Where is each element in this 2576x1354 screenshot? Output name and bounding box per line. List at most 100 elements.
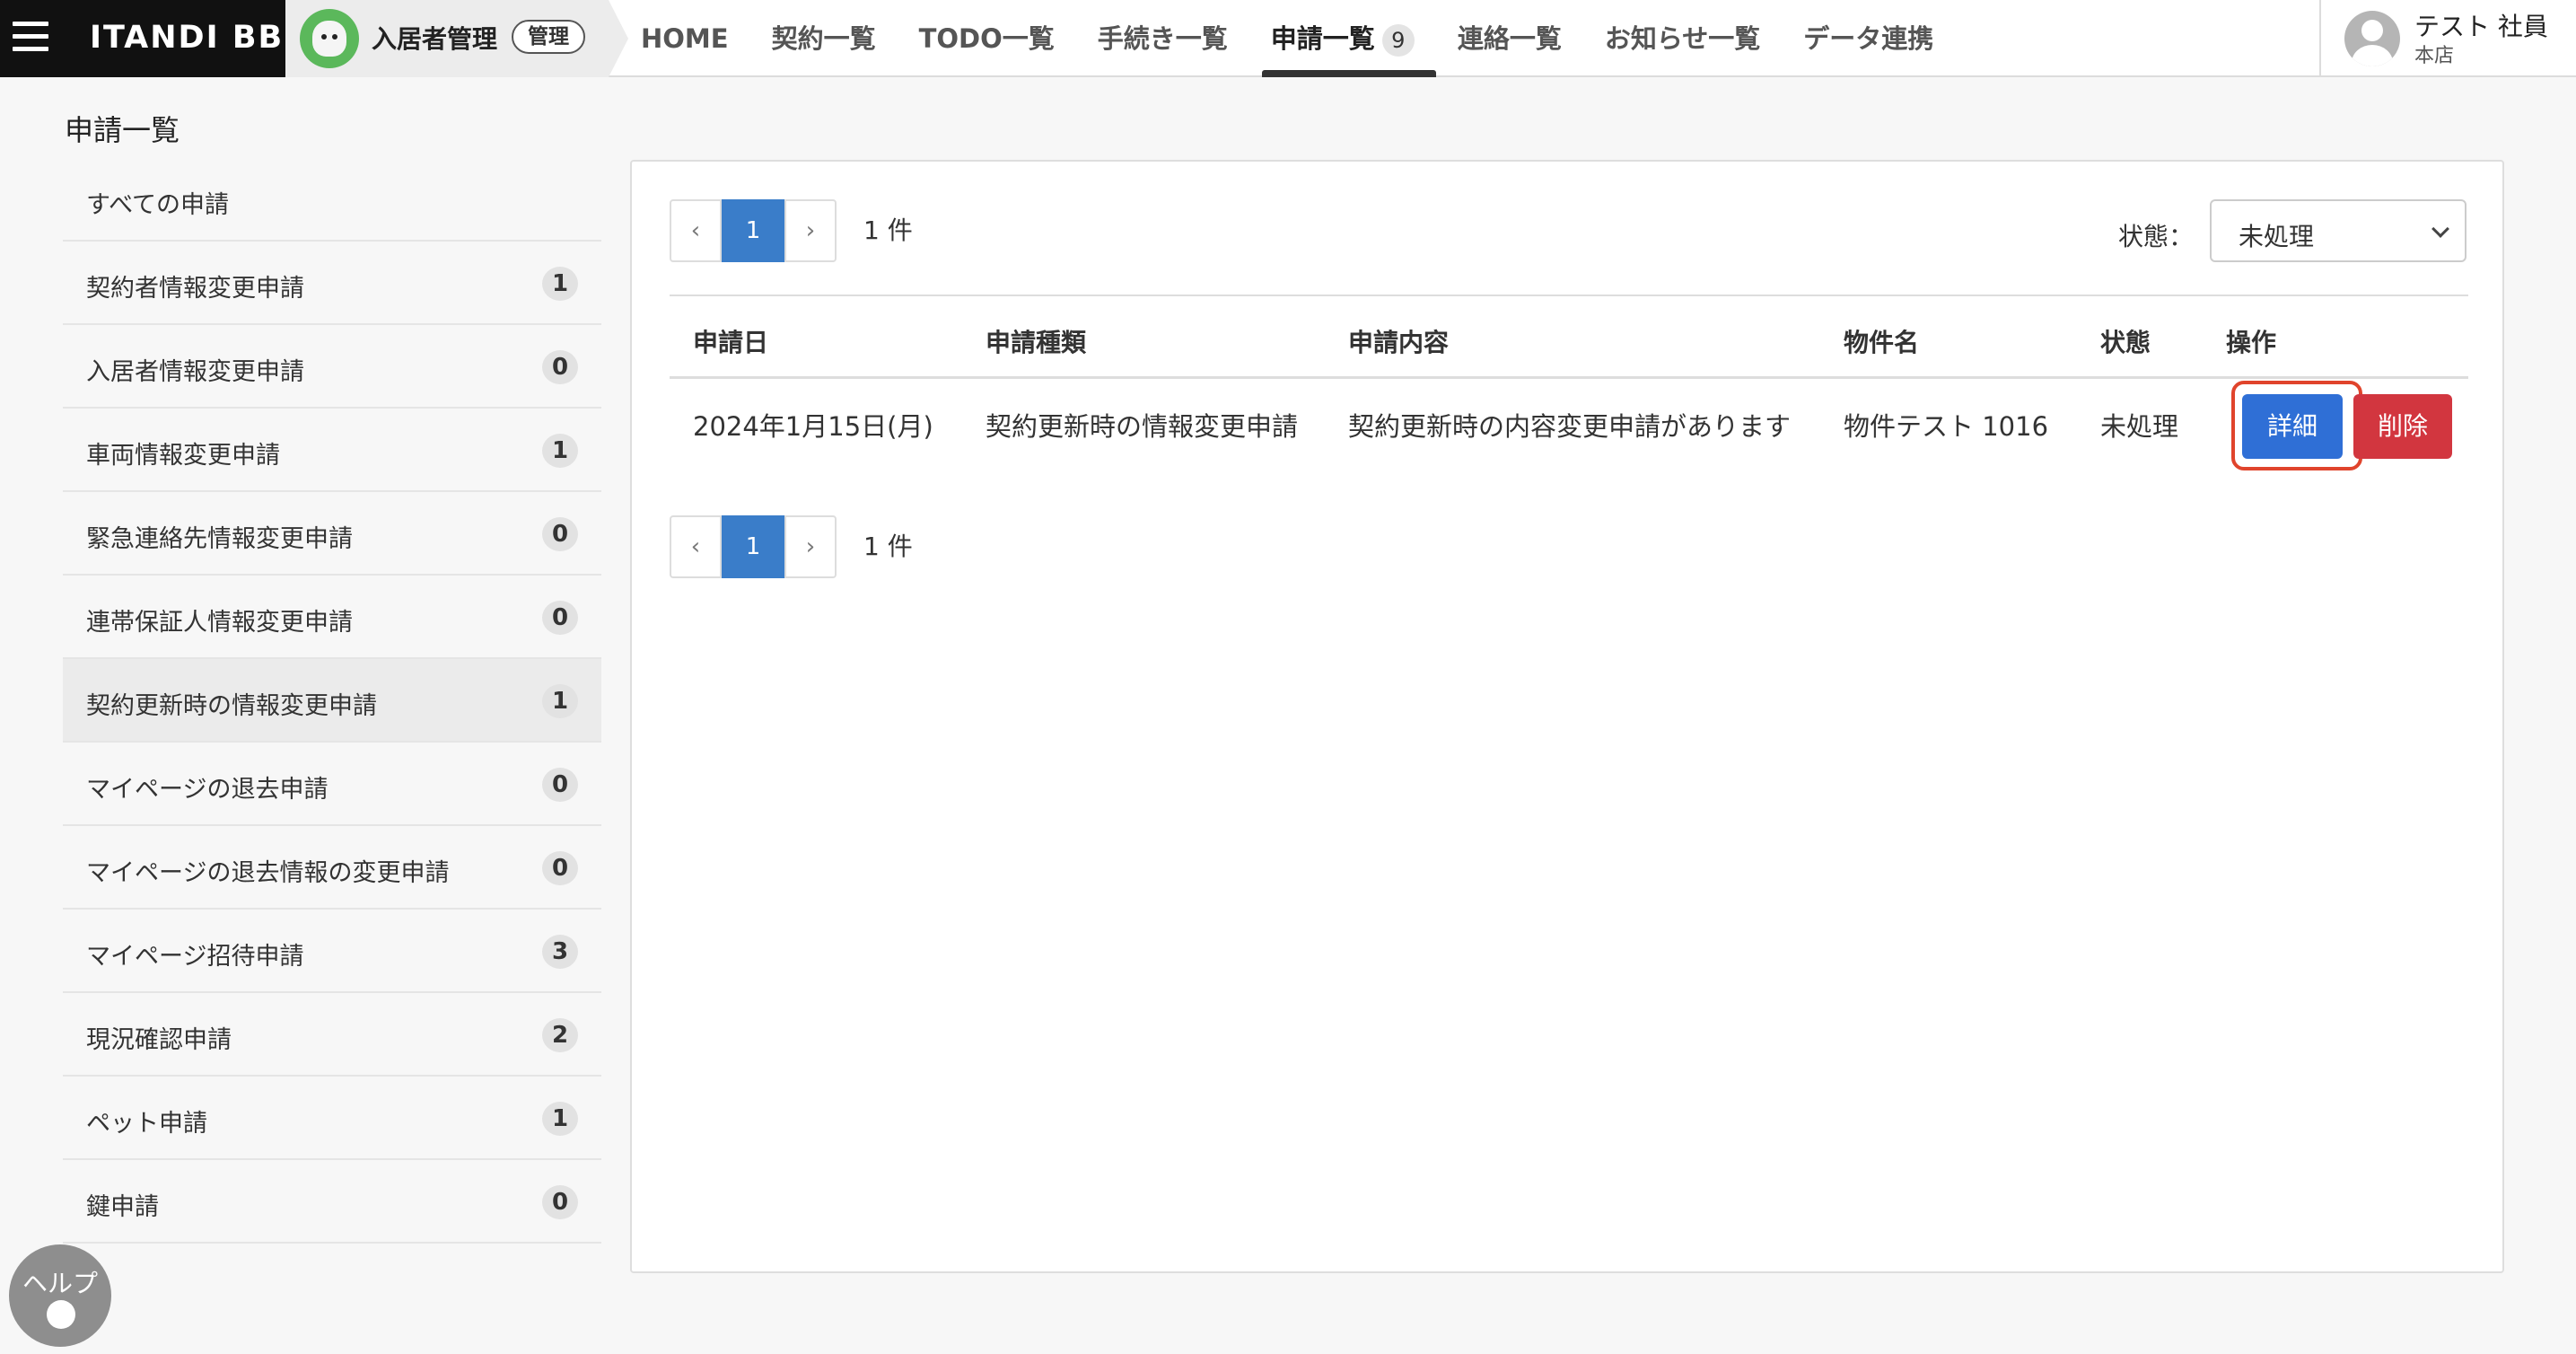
cell-property: 物件テスト 1016	[1844, 411, 2049, 442]
pagination-next-button[interactable]: ›	[784, 515, 837, 578]
top-header: ITANDI BB 入居者管理 管理 HOME 契約一覧 TODO一覧 手続き一…	[0, 0, 2576, 77]
count-badge: 2	[542, 1018, 578, 1052]
pagination-page-button[interactable]: 1	[722, 199, 784, 262]
cell-status: 未処理	[2100, 411, 2179, 442]
sidebar-item-renewal-info[interactable]: 契約更新時の情報変更申請 1	[63, 659, 601, 743]
sidebar-item-label: 車両情報変更申請	[86, 442, 280, 470]
nav-contacts[interactable]: 連絡一覧	[1436, 0, 1583, 77]
count-badge: 0	[542, 1185, 578, 1219]
nav-label: 申請一覧	[1270, 23, 1375, 54]
sidebar-item-label: 契約者情報変更申請	[86, 275, 304, 303]
pagination-page-button[interactable]: 1	[722, 515, 784, 578]
sidebar-item-label: 緊急連絡先情報変更申請	[86, 525, 353, 553]
nav-applications[interactable]: 申請一覧 9	[1249, 0, 1436, 77]
delete-button[interactable]: 削除	[2353, 394, 2452, 459]
sidebar-item-label: マイページの退去申請	[86, 776, 329, 804]
help-button[interactable]: ヘルプ	[9, 1244, 111, 1347]
sidebar-item-contractor-info[interactable]: 契約者情報変更申請 1	[63, 242, 601, 325]
nav-label: お知らせ一覧	[1604, 23, 1761, 54]
sidebar-item-mypage-moveout-change[interactable]: マイページの退去情報の変更申請 0	[63, 826, 601, 910]
pagination-top: ‹ 1 ›	[670, 199, 837, 262]
status-filter-select[interactable]: 未処理	[2210, 199, 2466, 262]
cell-content: 契約更新時の内容変更申請があります	[1348, 411, 1792, 442]
result-count: 1 件	[863, 532, 913, 561]
nav-notices[interactable]: お知らせ一覧	[1583, 0, 1782, 77]
applications-table: 申請日 申請種類 申請内容 物件名 状態 操作 2024年1月15日(月) 契約…	[670, 295, 2468, 487]
sidebar-item-label: 現況確認申請	[86, 1026, 232, 1054]
count-badge: 0	[542, 350, 578, 384]
pagination-bottom: ‹ 1 ›	[670, 515, 837, 578]
sidebar-item-key[interactable]: 鍵申請 0	[63, 1160, 601, 1244]
nav-label: 手続き一覧	[1097, 23, 1228, 54]
help-label: ヘルプ	[22, 1269, 98, 1298]
sidebar-item-pet[interactable]: ペット申請 1	[63, 1077, 601, 1160]
pagination-prev-button[interactable]: ‹	[670, 199, 722, 262]
sidebar-item-all[interactable]: すべての申請	[63, 158, 601, 242]
sidebar-item-label: 鍵申請	[86, 1193, 159, 1221]
chevron-down-icon	[2431, 220, 2449, 238]
admin-badge: 管理	[512, 20, 585, 54]
nav-label: 契約一覧	[771, 23, 876, 54]
result-count: 1 件	[863, 215, 913, 245]
nav-contracts[interactable]: 契約一覧	[750, 0, 898, 77]
sidebar-item-label: すべての申請	[86, 191, 230, 219]
sidebar-item-label: 契約更新時の情報変更申請	[86, 692, 377, 720]
count-badge: 1	[542, 684, 578, 718]
user-menu[interactable]: テスト 社員 本店	[2319, 0, 2576, 77]
table-header: 申請日 申請種類 申請内容 物件名 状態 操作	[670, 295, 2468, 379]
user-name: テスト 社員	[2414, 12, 2548, 41]
column-header-status: 状態	[2100, 328, 2151, 357]
sidebar-item-label: 連帯保証人情報変更申請	[86, 609, 353, 637]
count-badge: 3	[542, 935, 578, 969]
count-badge: 1	[542, 267, 578, 301]
nav-data-integration[interactable]: データ連携	[1782, 0, 1955, 77]
column-header-type: 申請種類	[986, 328, 1087, 357]
hamburger-menu-icon[interactable]	[13, 22, 48, 52]
mascot-icon	[47, 1300, 75, 1329]
nav-todo[interactable]: TODO一覧	[898, 0, 1076, 77]
column-header-property: 物件名	[1844, 328, 1920, 357]
sidebar-item-mypage-moveout[interactable]: マイページの退去申請 0	[63, 743, 601, 826]
user-branch: 本店	[2414, 45, 2455, 67]
count-badge: 1	[542, 434, 578, 468]
sidebar-item-label: ペット申請	[86, 1110, 207, 1138]
sidebar-item-label: マイページの退去情報の変更申請	[86, 859, 450, 887]
nav-label: TODO一覧	[918, 23, 1055, 54]
count-badge: 0	[542, 851, 578, 885]
status-filter-label: 状態：	[2118, 222, 2195, 251]
nav-label: データ連携	[1803, 23, 1934, 54]
column-header-date: 申請日	[693, 328, 769, 357]
main-nav: HOME 契約一覧 TODO一覧 手続き一覧 申請一覧 9 連絡一覧 お知らせ一覧…	[619, 0, 1955, 77]
pagination-next-button[interactable]: ›	[784, 199, 837, 262]
table-row: 2024年1月15日(月) 契約更新時の情報変更申請 契約更新時の内容変更申請が…	[670, 379, 2468, 487]
pagination-prev-button[interactable]: ‹	[670, 515, 722, 578]
nav-home[interactable]: HOME	[619, 0, 750, 77]
application-type-sidebar: すべての申請 契約者情報変更申請 1 入居者情報変更申請 0 車両情報変更申請 1 緊…	[63, 158, 601, 1244]
brand-logo[interactable]: ITANDI BB	[90, 20, 284, 56]
mascot-icon	[300, 9, 359, 68]
cell-type: 契約更新時の情報変更申請	[986, 411, 1299, 442]
count-badge: 0	[542, 601, 578, 635]
brand-area: ITANDI BB	[0, 0, 285, 77]
avatar-icon	[2344, 11, 2400, 66]
sidebar-item-mypage-invite[interactable]: マイページ招待申請 3	[63, 910, 601, 993]
sidebar-item-vehicle-info[interactable]: 車両情報変更申請 1	[63, 409, 601, 492]
sidebar-item-resident-info[interactable]: 入居者情報変更申請 0	[63, 325, 601, 409]
module-name: 入居者管理	[372, 24, 498, 54]
nav-procedures[interactable]: 手続き一覧	[1076, 0, 1249, 77]
nav-label: HOME	[641, 23, 729, 54]
sidebar-item-emergency-contact[interactable]: 緊急連絡先情報変更申請 0	[63, 492, 601, 576]
status-filter-value: 未処理	[2239, 222, 2315, 251]
nav-count-badge: 9	[1381, 24, 1415, 57]
module-switcher[interactable]: 入居者管理 管理	[285, 0, 628, 77]
sidebar-item-guarantor-info[interactable]: 連帯保証人情報変更申請 0	[63, 576, 601, 659]
nav-label: 連絡一覧	[1457, 23, 1562, 54]
count-badge: 1	[542, 1102, 578, 1136]
cell-date: 2024年1月15日(月)	[693, 411, 933, 442]
column-header-content: 申請内容	[1348, 328, 1450, 357]
detail-button[interactable]: 詳細	[2242, 394, 2343, 459]
count-badge: 0	[542, 768, 578, 802]
column-header-actions: 操作	[2226, 328, 2277, 357]
sidebar-item-status-check[interactable]: 現況確認申請 2	[63, 993, 601, 1077]
sidebar-item-label: 入居者情報変更申請	[86, 358, 304, 386]
